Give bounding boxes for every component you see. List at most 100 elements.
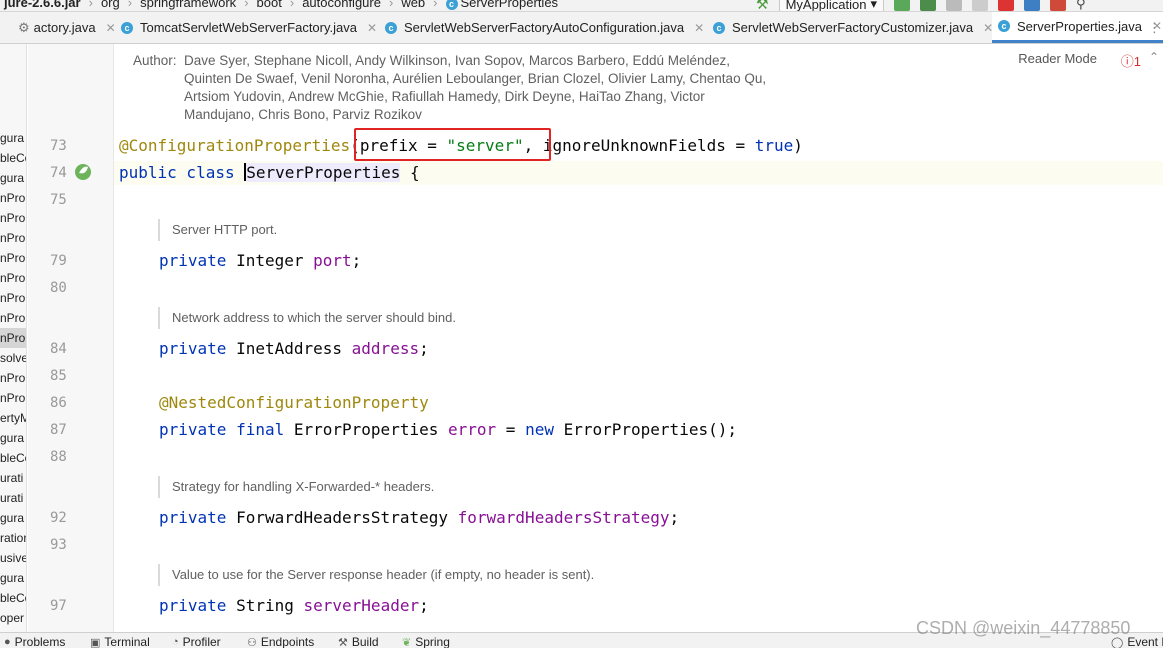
tree-item[interactable]: gura <box>0 168 24 188</box>
tree-item[interactable]: gura <box>0 128 24 148</box>
breadcrumb-class[interactable]: c ServerProperties <box>444 0 561 10</box>
type: ForwardHeadersStrategy <box>236 508 458 527</box>
breadcrumb-springframework[interactable]: springframework <box>138 0 238 10</box>
code-token: ErrorProperties(); <box>563 420 737 439</box>
build-hammer-icon[interactable]: ⚒ <box>756 0 769 11</box>
problems-tool-button[interactable]: ● Problems <box>4 635 65 648</box>
spring-bean-icon[interactable] <box>74 163 92 181</box>
javadoc-block: Network address to which the server shou… <box>158 307 456 329</box>
breadcrumb-autoconfigure[interactable]: autoconfigure <box>300 0 383 10</box>
tab-servlet-web-server-factory-customizer[interactable]: c ServletWebServerFactoryCustomizer.java… <box>707 12 999 43</box>
terminal-tool-button[interactable]: ▣ Terminal <box>90 635 150 648</box>
class-icon: c <box>713 21 725 34</box>
code-editor[interactable]: Reader Mode ⓘ1 ⌃ Author: Dave Syer, Step… <box>114 44 1163 632</box>
tree-item[interactable]: nProp <box>0 188 26 208</box>
tab-server-properties[interactable]: c ServerProperties.java ✕ <box>992 12 1163 43</box>
breadcrumb-web[interactable]: web <box>399 0 427 10</box>
profiler-tool-button[interactable]: ◔ Profiler <box>172 635 221 648</box>
endpoints-tool-button[interactable]: ⚇ Endpoints <box>247 635 314 648</box>
tree-item[interactable]: nProp <box>0 308 26 328</box>
profiler-icon: ◔ <box>172 636 179 648</box>
line-number: 73 <box>50 138 67 154</box>
spring-tool-button[interactable]: ❦ Spring <box>402 635 450 648</box>
breadcrumb-jar[interactable]: jure-2.6.6.jar <box>2 0 83 10</box>
line-number: 86 <box>50 395 67 411</box>
breadcrumb: jure-2.6.6.jar › org › springframework ›… <box>2 0 560 10</box>
search-icon[interactable]: ⚲ <box>1076 0 1086 11</box>
tree-item-selected[interactable]: nProp <box>0 328 26 348</box>
tree-item[interactable]: nProp <box>0 248 26 268</box>
tree-item[interactable]: nProp <box>0 268 26 288</box>
tree-item[interactable]: oper <box>0 608 24 628</box>
keyword: new <box>525 420 564 439</box>
reader-mode-toggle[interactable]: Reader Mode <box>1018 51 1097 66</box>
tree-item[interactable]: nProp <box>0 228 26 248</box>
close-icon[interactable]: ✕ <box>694 21 704 35</box>
tab-factory[interactable]: ⚙ actory.java ✕ <box>12 12 122 43</box>
tree-item[interactable]: bleCo <box>0 448 26 468</box>
tree-item[interactable]: usive <box>0 548 26 568</box>
tool-label: Problems <box>14 635 66 648</box>
author-line: Mandujano, Chris Bono, Parviz Rozikov <box>184 107 422 122</box>
line-number: 97 <box>50 598 67 614</box>
tree-item[interactable]: solve <box>0 348 26 368</box>
tree-item[interactable]: nProp <box>0 208 26 228</box>
hammer-icon: ⚒ <box>338 636 348 648</box>
keyword: private <box>159 339 237 358</box>
code-line-84: private InetAddress address; <box>159 338 429 360</box>
tree-item[interactable]: gura <box>0 508 24 528</box>
chevron-down-icon: ▾ <box>870 0 878 11</box>
stop-icon[interactable] <box>998 0 1015 11</box>
highlight-annotation-box <box>354 128 551 161</box>
tree-item[interactable]: bleCo <box>0 148 26 168</box>
keyword: private final <box>159 420 294 439</box>
run-toolbar: ⚒ MyApplication ▾ ⚲ <box>756 0 1086 11</box>
coverage-icon[interactable] <box>946 0 963 11</box>
author-line: Dave Syer, Stephane Nicoll, Andy Wilkins… <box>184 53 731 68</box>
tree-item[interactable]: nProp <box>0 388 26 408</box>
debug-icon[interactable] <box>920 0 937 11</box>
tree-item[interactable]: nProp <box>0 288 26 308</box>
tool-label: Spring <box>415 635 450 648</box>
class-icon: c <box>445 0 458 10</box>
build-tool-button[interactable]: ⚒ Build <box>338 635 379 648</box>
error-count: 1 <box>1133 54 1141 69</box>
tree-item[interactable]: ration <box>0 528 26 548</box>
tree-item[interactable]: ertyM <box>0 408 26 428</box>
keyword: public class <box>119 163 245 182</box>
breadcrumb-org[interactable]: org <box>99 0 122 10</box>
keyword: true <box>754 136 794 155</box>
run-config-select[interactable]: MyApplication ▾ <box>778 0 885 11</box>
line-number: 87 <box>50 422 67 438</box>
plugin-icon[interactable] <box>1050 0 1067 11</box>
tab-label: actory.java <box>33 20 96 35</box>
javadoc-block: Strategy for handling X-Forwarded-* head… <box>158 476 434 498</box>
code-line-86: @NestedConfigurationProperty <box>159 392 429 414</box>
tree-item[interactable]: urati <box>0 468 23 488</box>
code-line-87: private final ErrorProperties error = ne… <box>159 419 737 441</box>
tab-tomcat-servlet-web-server-factory[interactable]: c TomcatServletWebServerFactory.java ✕ <box>115 12 383 43</box>
breadcrumb-boot[interactable]: boot <box>255 0 284 10</box>
type: InetAddress <box>236 339 352 358</box>
translate-icon[interactable] <box>1024 0 1041 11</box>
error-indicator[interactable]: ⓘ1 <box>1121 51 1141 70</box>
tab-servlet-web-server-factory-auto-configuration[interactable]: c ServletWebServerFactoryAutoConfigurati… <box>379 12 710 43</box>
keyword: private <box>159 508 237 527</box>
tab-overflow-icon[interactable]: ⋮ <box>1148 12 1161 43</box>
profile-icon[interactable] <box>972 0 989 11</box>
gear-icon: ⚙ <box>18 19 30 35</box>
terminal-icon: ▣ <box>90 636 101 648</box>
line-number: 75 <box>50 192 67 208</box>
watermark: CSDN @weixin_44778850 <box>916 618 1131 638</box>
tree-item[interactable]: gura <box>0 568 24 588</box>
breadcrumb-bar: jure-2.6.6.jar › org › springframework ›… <box>0 0 1163 12</box>
chevron-up-icon[interactable]: ⌃ <box>1149 50 1159 64</box>
code-line-97: private String serverHeader; <box>159 595 429 617</box>
tree-item[interactable]: nProp <box>0 368 26 388</box>
run-icon[interactable] <box>894 0 911 11</box>
tree-item[interactable]: bleCo <box>0 588 26 608</box>
tree-item[interactable]: gura <box>0 428 24 448</box>
close-icon[interactable]: ✕ <box>367 21 377 35</box>
type: ErrorProperties <box>293 420 448 439</box>
tree-item[interactable]: urati <box>0 488 23 508</box>
